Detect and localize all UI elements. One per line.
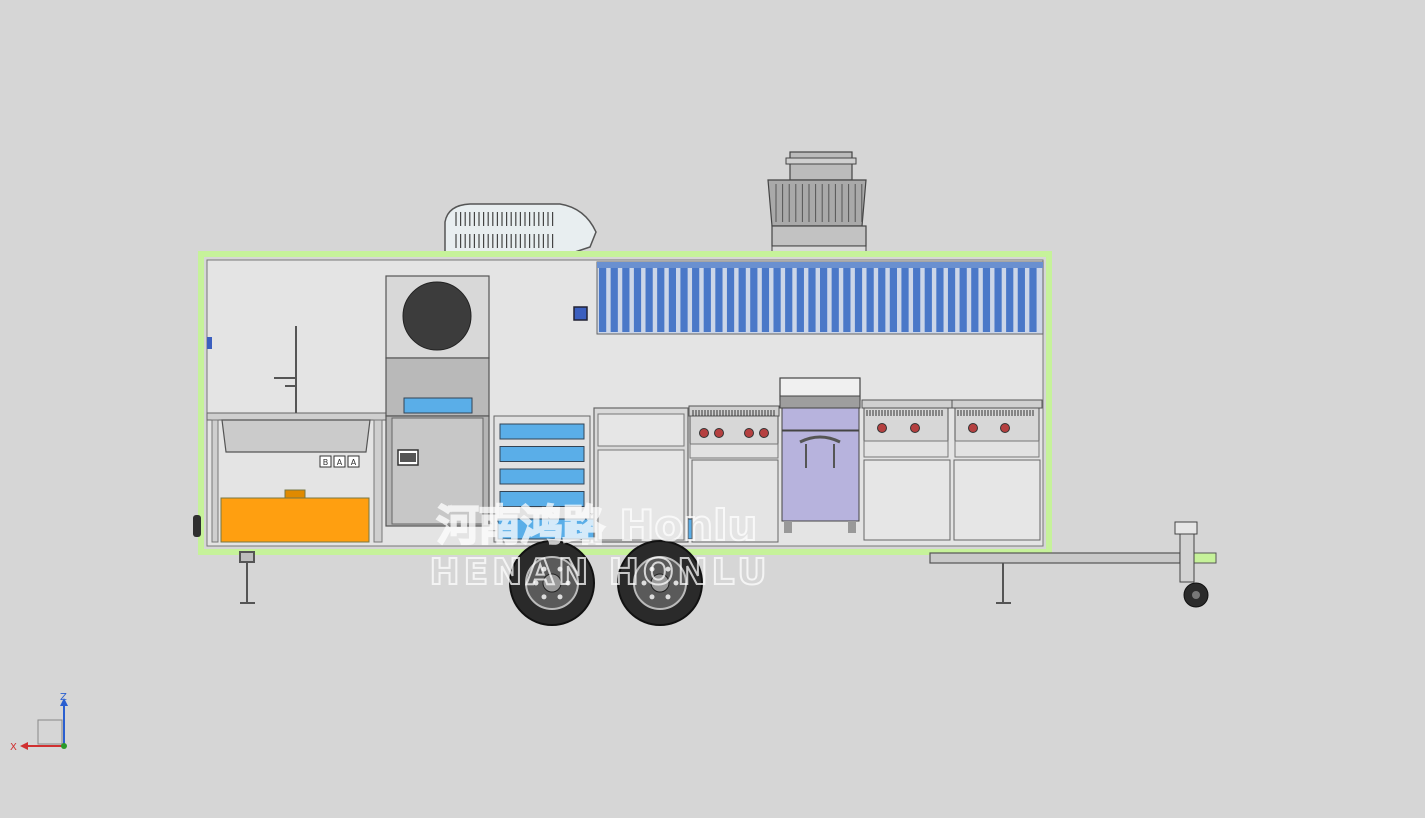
vent-slat [994, 268, 1002, 332]
tail-light [193, 515, 201, 537]
watermark-line-1: 河南鸿路 Honlu [437, 501, 758, 550]
vent-slat [901, 268, 909, 332]
condenser-fan [402, 281, 472, 351]
vent-slat [738, 268, 746, 332]
front-stabilizer-jack [996, 563, 1011, 604]
fridge-drawer[interactable] [499, 446, 585, 462]
vent-slat [878, 268, 886, 332]
z-axis-label: Z [60, 692, 67, 703]
vent-slat [692, 268, 700, 332]
vent-slat [622, 268, 630, 332]
vent-slat [703, 268, 711, 332]
sink-button-3[interactable]: A [347, 455, 360, 468]
roof-air-conditioner [444, 203, 597, 253]
svg-text:A: A [351, 458, 357, 467]
vent-slat [726, 268, 735, 332]
vent-slat [761, 268, 770, 332]
rear-stabilizer-jack [239, 551, 255, 604]
vent-slat [924, 268, 932, 332]
vent-slat [947, 268, 956, 332]
svg-text:A: A [337, 458, 343, 467]
vent-slat [808, 268, 816, 332]
vent-slat [866, 268, 874, 332]
vent-slat [773, 268, 781, 332]
axis-triad: Z X [10, 692, 68, 753]
vent-slat [982, 268, 991, 332]
vent-slat [750, 268, 758, 332]
vent-slat [831, 268, 839, 332]
roof-exhaust-fan [767, 151, 867, 255]
refrigerator-tower [385, 275, 490, 527]
vent-slat [1017, 268, 1025, 332]
vent-slat [936, 268, 944, 332]
oven [779, 377, 861, 533]
range-hood-vent [596, 261, 1044, 335]
x-axis-label: X [10, 742, 17, 753]
left-wall-marker [207, 337, 212, 349]
vent-slat [959, 268, 967, 332]
vent-slat [657, 268, 665, 332]
fridge-drawer[interactable] [499, 468, 585, 485]
vent-slat [796, 268, 804, 332]
svg-text:B: B [323, 458, 329, 467]
jockey-wheel [1174, 521, 1209, 608]
vent-slat [913, 268, 921, 332]
griddle-burner-2 [861, 399, 953, 541]
wall-switch [573, 306, 588, 321]
food-trailer-drawing: B A A 河南鸿路 Honlu HENAN HONLU Z X [0, 0, 1425, 814]
vent-slat [668, 268, 677, 332]
fridge-drawer[interactable] [499, 423, 585, 440]
vent-slat [843, 268, 851, 332]
vent-slat [633, 268, 642, 332]
vent-slat [820, 268, 828, 332]
vent-slat [610, 268, 618, 332]
sink-button-1[interactable]: B [319, 455, 332, 468]
sink-control-panel: B A A [319, 455, 360, 468]
vent-slat [680, 268, 688, 332]
vent-slat [785, 268, 793, 332]
sink-button-2[interactable]: A [333, 455, 346, 468]
vent-slat [715, 268, 723, 332]
vent-slat [1029, 268, 1037, 332]
water-tank [220, 489, 370, 543]
vent-slat [1006, 268, 1014, 332]
vent-slat [599, 268, 607, 332]
vent-slat [889, 268, 898, 332]
vent-slat [971, 268, 979, 332]
vent-slat [854, 268, 863, 332]
watermark-line-2: HENAN HONLU [429, 552, 770, 593]
vent-slat [645, 268, 653, 332]
griddle-burner-3 [951, 399, 1043, 541]
